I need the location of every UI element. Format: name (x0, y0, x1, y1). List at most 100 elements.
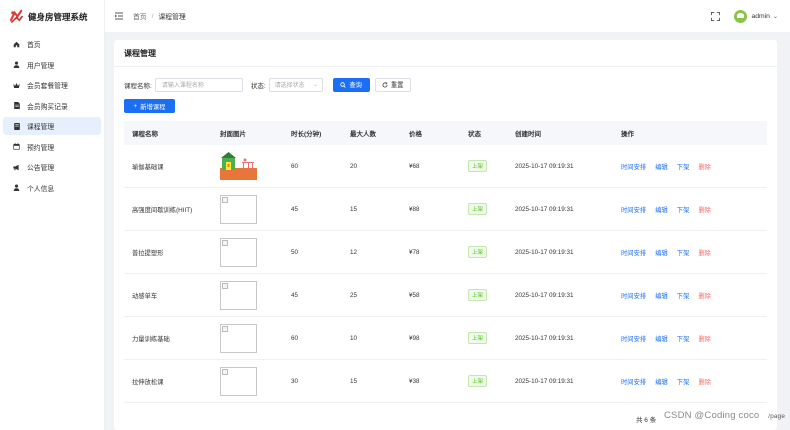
sidebar-item-profile[interactable]: 个人信息 (3, 179, 101, 197)
sidebar-item-home[interactable]: 首页 (3, 35, 101, 53)
cover-cell (212, 280, 283, 310)
schedule-link[interactable]: 时间安排 (621, 205, 646, 214)
schedule-link[interactable]: 时间安排 (621, 291, 646, 300)
breadcrumb-home[interactable]: 首页 (133, 11, 147, 21)
status-badge: 上架 (468, 246, 488, 258)
watermark: CSDN @Coding coco /page (664, 410, 785, 421)
unpublish-link[interactable]: 下架 (677, 205, 690, 214)
created-time: 2025-10-17 09:19:31 (515, 162, 574, 170)
chevron-down-icon[interactable]: ⌄ (773, 13, 778, 20)
unpublish-link[interactable]: 下架 (677, 162, 690, 171)
unpublish-link[interactable]: 下架 (677, 377, 690, 386)
column-header: 创建时间 (515, 131, 541, 138)
chevron-down-icon: ⌄ (313, 81, 318, 88)
sidebar-item-users[interactable]: 用户管理 (3, 56, 101, 74)
reset-button-label: 重置 (390, 82, 404, 89)
duration: 60 (291, 162, 299, 170)
avatar[interactable] (734, 10, 748, 23)
watermark-text: CSDN @Coding coco (664, 410, 760, 421)
column-header: 时长(分钟) (291, 131, 322, 138)
refresh-icon (382, 81, 388, 87)
table-row: 动感单车 45 25 ¥58 上架 2025-10-17 09:19:31 时间… (124, 274, 767, 317)
course-name-input[interactable]: 请输入课程名称 (154, 77, 243, 92)
max-people: 12 (350, 248, 358, 256)
user-name[interactable]: admin (751, 13, 770, 20)
fullscreen-icon[interactable] (711, 12, 721, 21)
delete-link[interactable]: 删除 (698, 205, 711, 214)
created-time: 2025-10-17 09:19:31 (515, 377, 574, 385)
price: ¥98 (409, 334, 420, 342)
status-badge: 上架 (468, 332, 488, 344)
sidebar: 健身房管理系统 首页 用户管理 会员套餐管理 会员购买记录 课程管理 预约管理 … (0, 0, 105, 430)
search-button[interactable]: 查询 (332, 77, 370, 92)
schedule-link[interactable]: 时间安排 (621, 248, 646, 257)
delete-link[interactable]: 删除 (698, 162, 711, 171)
unpublish-link[interactable]: 下架 (677, 248, 690, 257)
page-size-select[interactable]: /page (768, 413, 785, 420)
broken-image-icon (220, 280, 257, 310)
sidebar-item-courses[interactable]: 课程管理 (3, 117, 101, 135)
broken-image-icon (220, 194, 257, 224)
menu-collapse-icon[interactable] (114, 11, 124, 21)
delete-link[interactable]: 删除 (698, 377, 711, 386)
cover-cell (212, 150, 283, 182)
cover-image (220, 150, 257, 180)
column-header: 封面图片 (220, 131, 246, 138)
breadcrumb-current: 课程管理 (158, 14, 186, 21)
schedule-link[interactable]: 时间安排 (621, 162, 646, 171)
delete-link[interactable]: 删除 (698, 291, 711, 300)
schedule-link[interactable]: 时间安排 (621, 334, 646, 343)
operations: 时间安排 编辑 下架 删除 (613, 291, 767, 300)
cover-cell (212, 194, 283, 224)
breadcrumb-separator: / (151, 12, 154, 20)
app-logo[interactable]: 健身房管理系统 (0, 0, 104, 33)
created-time: 2025-10-17 09:19:31 (515, 334, 574, 342)
unpublish-link[interactable]: 下架 (677, 291, 690, 300)
edit-link[interactable]: 编辑 (655, 162, 668, 171)
course-name-placeholder: 请输入课程名称 (161, 83, 204, 89)
max-people: 10 (350, 334, 358, 342)
price: ¥58 (409, 291, 420, 299)
breadcrumb: 首页 / 课程管理 (133, 11, 186, 22)
table-row: 瑜伽基础课 60 20 ¥68 上架 2025-10-17 09:19:31 时… (124, 145, 767, 188)
operations: 时间安排 编辑 下架 删除 (613, 162, 767, 171)
plus-icon: + (133, 102, 138, 110)
status-badge: 上架 (468, 289, 488, 301)
schedule-link[interactable]: 时间安排 (621, 377, 646, 386)
status-badge: 上架 (468, 160, 488, 172)
status-select[interactable]: 请选择状态 ⌄ (268, 77, 323, 92)
column-header: 价格 (409, 131, 422, 138)
edit-link[interactable]: 编辑 (655, 291, 668, 300)
table-row: 力量训练基础 60 10 ¥98 上架 2025-10-17 09:19:31 … (124, 317, 767, 360)
edit-link[interactable]: 编辑 (655, 334, 668, 343)
delete-link[interactable]: 删除 (698, 334, 711, 343)
sidebar-item-purchase-records[interactable]: 会员购买记录 (3, 97, 101, 115)
course-table: 课程名称 封面图片 时长(分钟) 最大人数 价格 状态 创建时间 操作 瑜伽基础… (124, 121, 767, 403)
edit-link[interactable]: 编辑 (655, 205, 668, 214)
add-course-button[interactable]: + 新增课程 (124, 99, 175, 113)
edit-link[interactable]: 编辑 (655, 248, 668, 257)
operations: 时间安排 编辑 下架 删除 (613, 248, 767, 257)
delete-link[interactable]: 删除 (698, 248, 711, 257)
max-people: 15 (350, 377, 358, 385)
table-row: 高强度间歇训练(HIIT) 45 15 ¥88 上架 2025-10-17 09… (124, 188, 767, 231)
status-placeholder: 请选择状态 (274, 83, 305, 89)
table-row: 普拉提塑形 50 12 ¥78 上架 2025-10-17 09:19:31 时… (124, 231, 767, 274)
broken-image-icon (220, 237, 257, 267)
price: ¥88 (409, 205, 420, 213)
cover-cell (212, 237, 283, 267)
reset-button[interactable]: 重置 (374, 77, 411, 92)
search-button-label: 查询 (349, 82, 362, 89)
max-people: 20 (350, 162, 358, 170)
course-name: 力量训练基础 (132, 335, 170, 343)
sidebar-item-label: 会员套餐管理 (27, 83, 68, 90)
edit-link[interactable]: 编辑 (655, 377, 668, 386)
sidebar-item-announcements[interactable]: 公告管理 (3, 158, 101, 176)
column-header: 课程名称 (132, 131, 158, 138)
column-header: 最大人数 (350, 131, 376, 138)
sidebar-item-membership-plans[interactable]: 会员套餐管理 (3, 76, 101, 94)
sidebar-item-bookings[interactable]: 预约管理 (3, 138, 101, 156)
unpublish-link[interactable]: 下架 (677, 334, 690, 343)
pagination: 共 6 条 (636, 414, 656, 424)
cover-cell (212, 323, 283, 353)
